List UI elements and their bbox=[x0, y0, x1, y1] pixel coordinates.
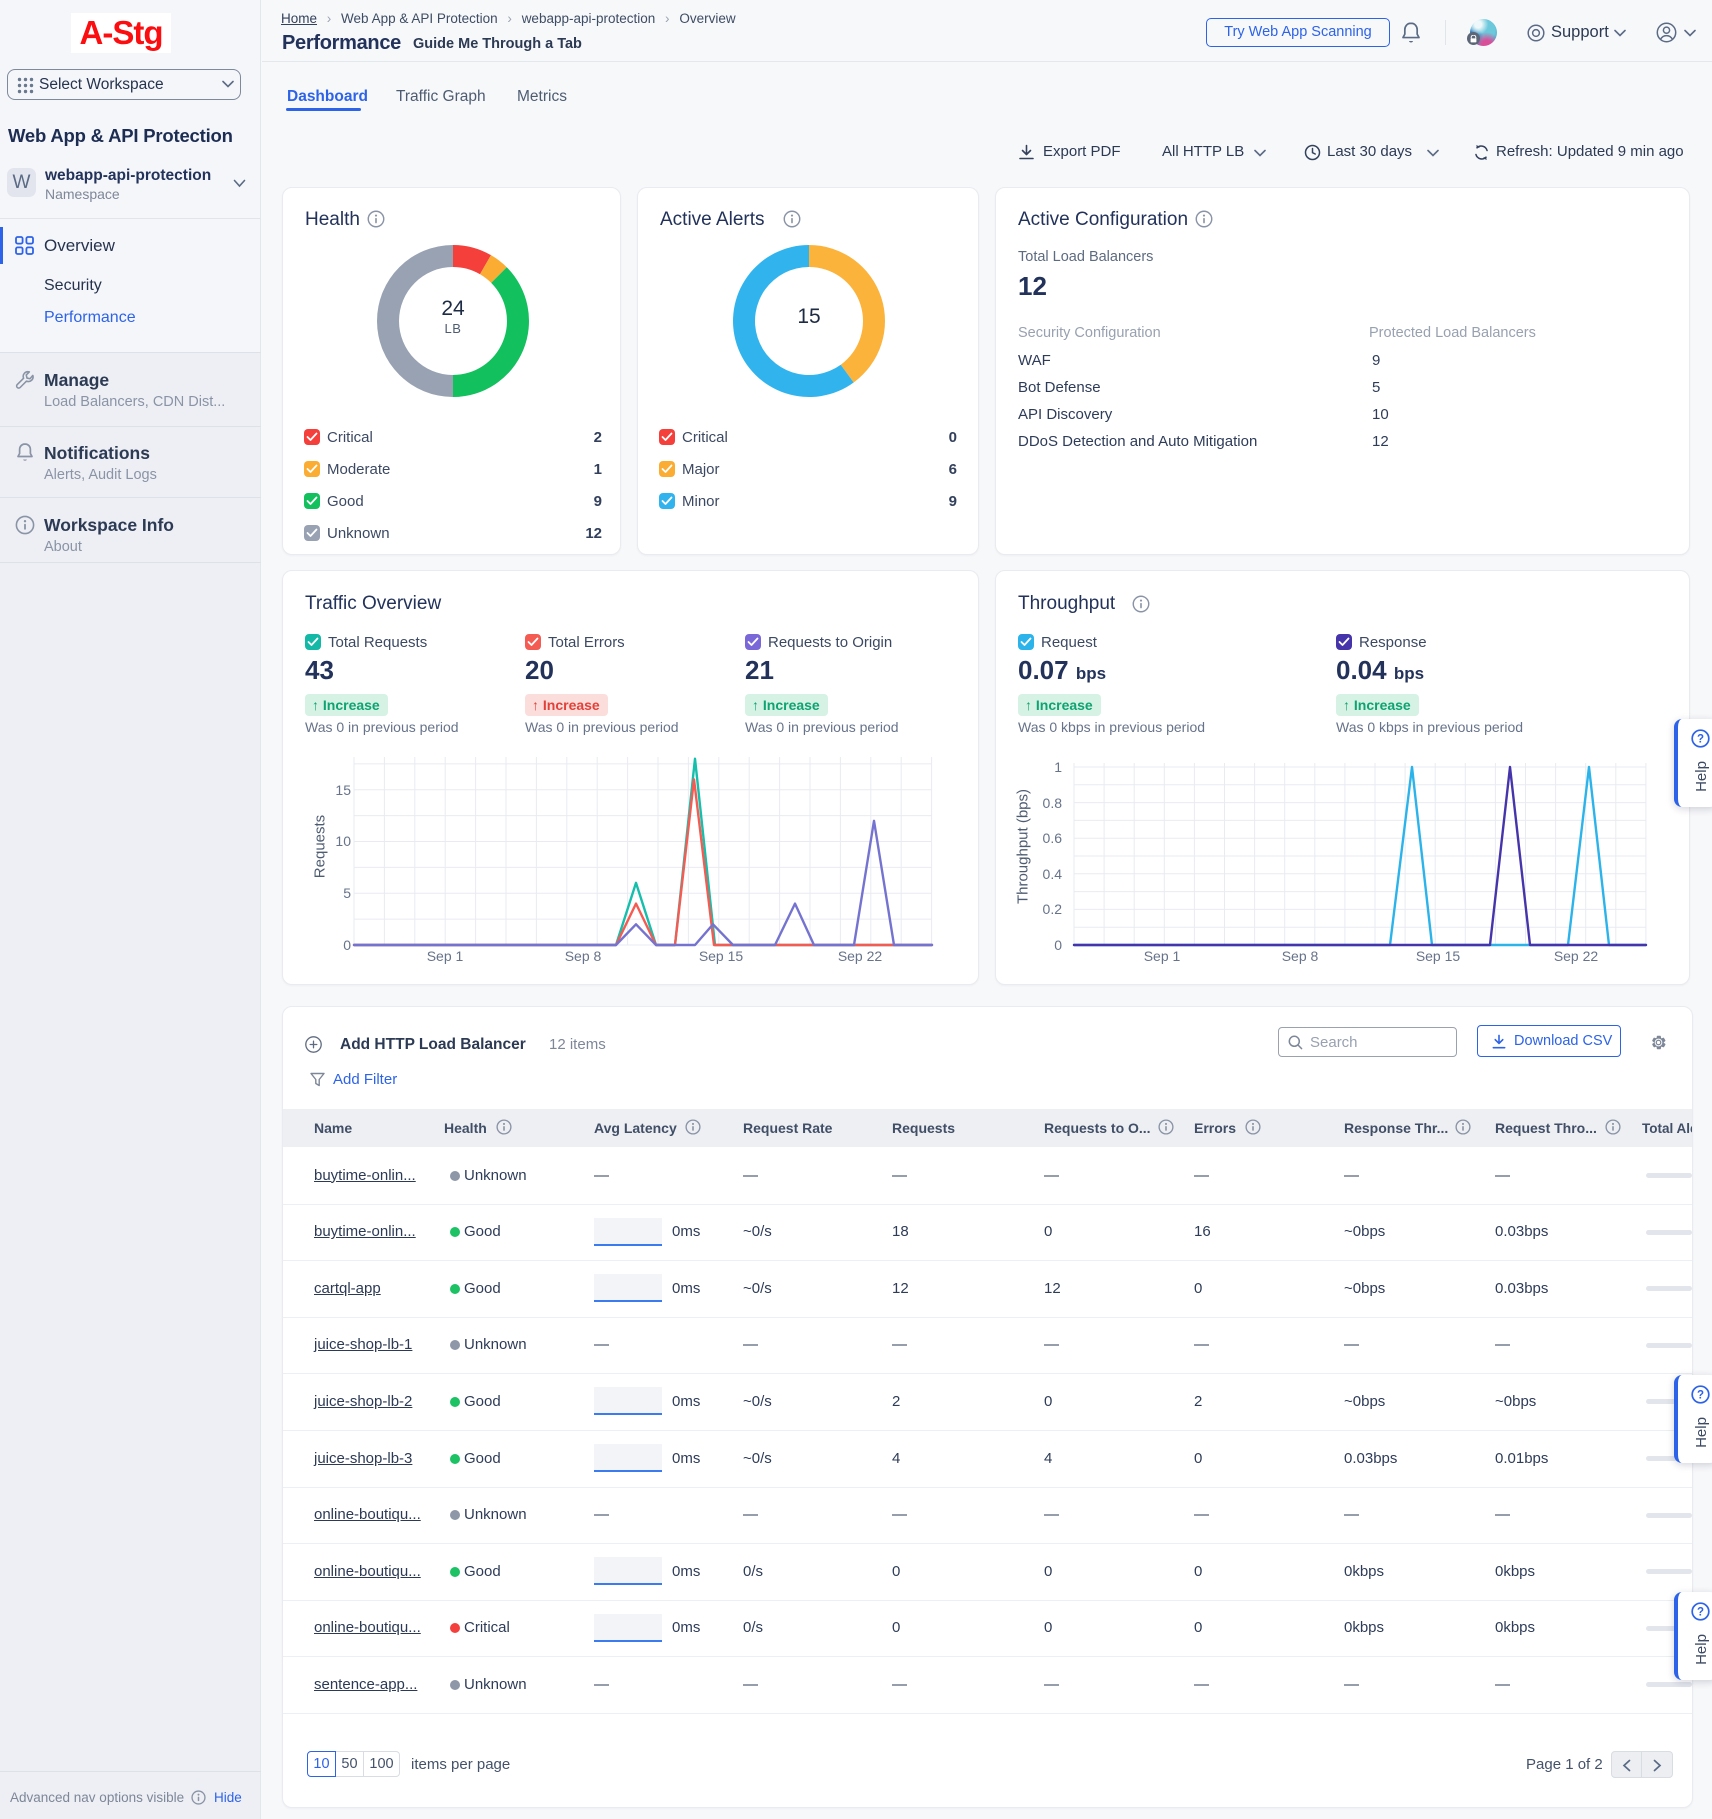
svg-text:?: ? bbox=[1697, 734, 1704, 746]
svg-text:?: ? bbox=[1697, 1607, 1704, 1619]
svg-text:?: ? bbox=[1697, 1390, 1704, 1402]
